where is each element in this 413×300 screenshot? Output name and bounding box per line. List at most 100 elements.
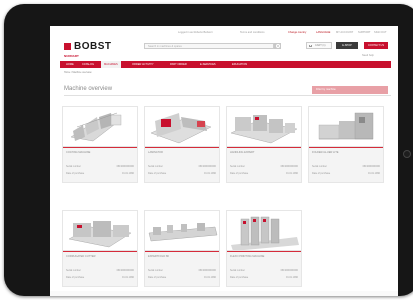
nav-education[interactable]: EDUCATION (230, 61, 249, 68)
serial-row: Serial number 06F2000000000 (66, 269, 134, 272)
serial-row: Serial number 06F2000000000 (312, 165, 380, 168)
date-label: Date of purchase (148, 276, 167, 279)
date-label: Date of purchase (230, 276, 249, 279)
serial-value: 06F2000000000 (198, 165, 216, 168)
nav-home[interactable]: HOME (64, 61, 76, 68)
card-accent-line (227, 251, 301, 252)
cart-icon (309, 44, 312, 47)
date-label: Date of purchase (230, 172, 249, 175)
machine-card[interactable]: FOLDER-GLUER LITE Serial number 06F20000… (308, 106, 384, 183)
date-label: Date of purchase (66, 276, 85, 279)
serial-label: Serial number (66, 165, 81, 168)
card-accent-line (145, 147, 219, 148)
date-row: Date of purchase 01.01.1990 (148, 172, 216, 175)
serial-label: Serial number (230, 165, 245, 168)
date-row: Date of purchase 01.01.1990 (66, 172, 134, 175)
brand-logo-icon[interactable] (64, 43, 71, 50)
language-link[interactable]: LANGUAGE (316, 31, 330, 34)
corrugated-cutter-machine-image (63, 211, 137, 251)
cart-button[interactable]: CART (1) (306, 42, 332, 49)
serial-row: Serial number 06F2000000000 (148, 269, 216, 272)
support-link[interactable]: SUPPORT (358, 31, 371, 34)
date-row: Date of purchase 01.01.1990 (230, 172, 298, 175)
machine-name: HANDLING EXPERT (230, 151, 255, 154)
date-label: Date of purchase (66, 172, 85, 175)
machine-name: COATING MACHINE (66, 151, 91, 154)
search-icon[interactable] (274, 43, 281, 49)
card-accent-line (145, 251, 219, 252)
die-cutter-machine-image (227, 107, 301, 147)
utility-bar: Logged in as Roberto Bellucci Terms and … (50, 31, 398, 36)
card-accent-line (63, 147, 137, 148)
date-value: 01.01.1990 (204, 172, 216, 175)
serial-label: Serial number (230, 269, 245, 272)
eshop-button[interactable]: E-SHOP (336, 42, 358, 49)
rotary-press-machine-image (63, 107, 137, 147)
expertfold-machine-image (145, 211, 219, 251)
filter-button[interactable]: Filter by machine (312, 86, 388, 94)
flexo-press-machine-image (227, 211, 301, 251)
serial-label: Serial number (312, 165, 327, 168)
breadcrumb[interactable]: Home / Machine overview (64, 71, 92, 74)
serial-value: 06F2000000000 (362, 165, 380, 168)
machine-name: FLEXO PRINTING MACHINE (230, 255, 265, 258)
machine-card[interactable]: LAMINATOR Serial number 06F2000000000 Da… (144, 106, 220, 183)
machine-card[interactable]: COATING MACHINE Serial number 06F2000000… (62, 106, 138, 183)
date-row: Date of purchase 01.01.1990 (312, 172, 380, 175)
serial-label: Serial number (148, 165, 163, 168)
nav-order-activity[interactable]: ORDER ACTIVITY (130, 61, 156, 68)
serial-label: Serial number (148, 269, 163, 272)
tablet-frame: Logged in as Roberto Bellucci Terms and … (4, 4, 413, 296)
date-label: Date of purchase (312, 172, 331, 175)
date-row: Date of purchase 01.01.1990 (148, 276, 216, 279)
date-row: Date of purchase 01.01.1990 (66, 276, 134, 279)
date-value: 01.01.1990 (286, 172, 298, 175)
machine-card[interactable]: CORRUGATED CUTTER Serial number 06F20000… (62, 210, 138, 287)
help-link[interactable]: Need help (362, 54, 374, 57)
card-accent-line (309, 147, 383, 148)
web-page: Logged in as Roberto Bellucci Terms and … (50, 26, 398, 296)
search-placeholder: Search in machines & spares (148, 44, 182, 48)
date-value: 01.01.1990 (204, 276, 216, 279)
brand-logo-text[interactable]: BOBST (74, 41, 112, 52)
contact-button[interactable]: CONTACT US (364, 42, 388, 49)
date-value: 01.01.1990 (368, 172, 380, 175)
serial-value: 06F2000000000 (116, 269, 134, 272)
date-value: 01.01.1990 (122, 276, 134, 279)
terms-link[interactable]: Terms and conditions (240, 31, 265, 34)
machine-name: LAMINATOR (148, 151, 163, 154)
folder-gluer-machine-image (309, 107, 383, 147)
machine-name: CORRUGATED CUTTER (66, 255, 96, 258)
serial-row: Serial number 06F2000000000 (148, 165, 216, 168)
nav-machines[interactable]: MACHINES (101, 61, 121, 68)
my-account-link[interactable]: MY ACCOUNT (336, 31, 353, 34)
machine-card[interactable]: HANDLING EXPERT Serial number 06F2000000… (226, 106, 302, 183)
cart-label: CART (1) (315, 44, 326, 47)
main-nav: HOME CATALOG MACHINES ORDER ACTIVITY PAR… (60, 61, 391, 68)
page-title: Machine overview (64, 86, 113, 92)
search-input[interactable]: Search in machines & spares (144, 43, 274, 49)
serial-value: 06F2000000000 (280, 165, 298, 168)
laminator-machine-image (145, 107, 219, 147)
date-label: Date of purchase (148, 172, 167, 175)
serial-value: 06F2000000000 (198, 269, 216, 272)
machine-card[interactable]: FLEXO PRINTING MACHINE Serial number 06F… (226, 210, 302, 287)
machine-name: EXPERTFOLD 80 (148, 255, 169, 258)
tablet-home-button-icon (403, 150, 411, 158)
title-divider (64, 95, 391, 96)
machine-card[interactable]: EXPERTFOLD 80 Serial number 06F200000000… (144, 210, 220, 287)
page-footer (50, 291, 398, 296)
nav-part-order[interactable]: PART ORDER (168, 61, 189, 68)
change-country-link[interactable]: Change country (288, 31, 306, 34)
nav-e-services[interactable]: E-SERVICES (198, 61, 218, 68)
sign-out-link[interactable]: SIGN OUT (374, 31, 387, 34)
date-value: 01.01.1990 (122, 172, 134, 175)
serial-value: 06F2000000000 (280, 269, 298, 272)
nav-catalog[interactable]: CATALOG (80, 61, 96, 68)
serial-label: Serial number (66, 269, 81, 272)
card-accent-line (227, 147, 301, 148)
user-name: NURDART (64, 54, 79, 58)
date-row: Date of purchase 01.01.1990 (230, 276, 298, 279)
serial-row: Serial number 06F2000000000 (230, 269, 298, 272)
date-value: 01.01.1990 (286, 276, 298, 279)
